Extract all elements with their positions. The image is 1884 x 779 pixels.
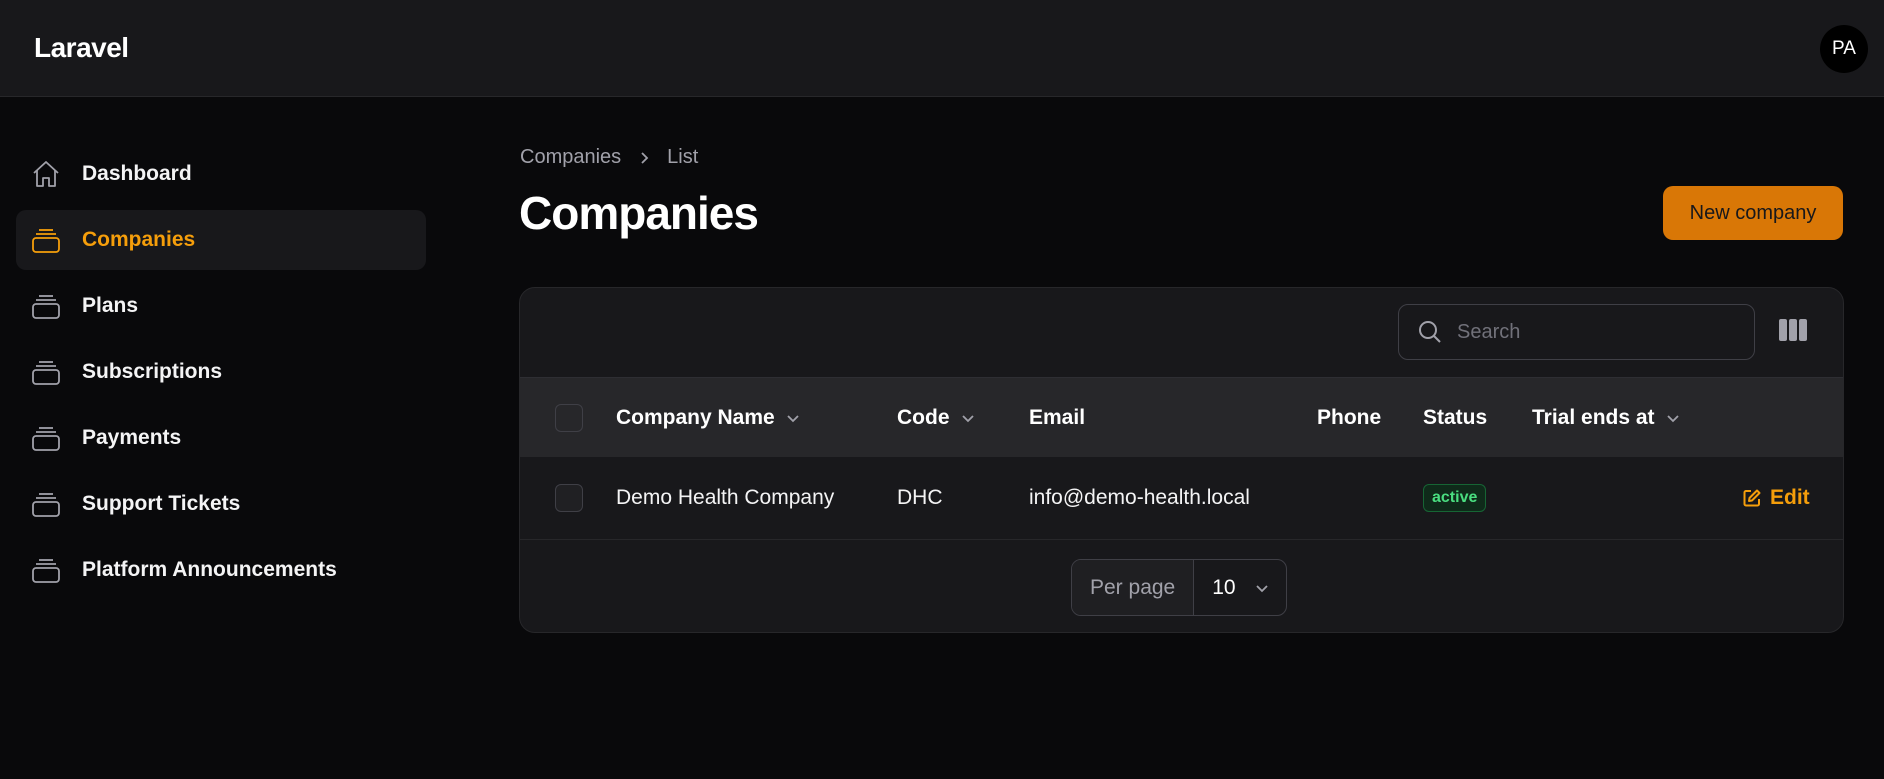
column-code[interactable]: Code	[897, 378, 976, 457]
sidebar-item-label: Payments	[82, 426, 182, 449]
column-status: Status	[1423, 405, 1488, 429]
breadcrumb-companies[interactable]: Companies	[520, 146, 621, 169]
sidebar-item-label: Subscriptions	[82, 360, 223, 383]
breadcrumb: Companies List	[520, 146, 698, 169]
per-page-label: Per page	[1072, 560, 1195, 615]
companies-table-panel: Company Name Code Email Phone Status Tri…	[519, 287, 1844, 633]
search-icon	[1417, 319, 1443, 345]
top-bar: Laravel PA	[0, 0, 1884, 97]
chevron-right-icon	[637, 151, 651, 165]
sidebar-item-label: Support Tickets	[82, 492, 241, 515]
select-all-checkbox[interactable]	[555, 403, 583, 432]
table-row[interactable]: Demo Health Company DHC info@demo-health…	[520, 457, 1843, 540]
chevron-down-icon	[1665, 410, 1681, 426]
column-trial-ends-at[interactable]: Trial ends at	[1532, 378, 1681, 457]
sidebar-item-support-tickets[interactable]: Support Tickets	[16, 474, 426, 534]
column-company-name[interactable]: Company Name	[616, 378, 801, 457]
per-page-select[interactable]: 10	[1194, 560, 1285, 615]
edit-label: Edit	[1770, 486, 1810, 509]
sidebar-item-plans[interactable]: Plans	[16, 276, 426, 336]
sidebar-item-platform-announcements[interactable]: Platform Announcements	[16, 540, 426, 600]
column-email: Email	[1029, 405, 1086, 429]
row-checkbox[interactable]	[555, 484, 583, 512]
brand-logo[interactable]: Laravel	[34, 32, 129, 64]
stack-icon	[30, 488, 62, 520]
sidebar-item-label: Companies	[82, 228, 196, 251]
page-title: Companies	[519, 187, 759, 239]
stack-icon	[30, 224, 62, 256]
stack-icon	[30, 422, 62, 454]
new-company-button[interactable]: New company	[1663, 186, 1843, 240]
row-select-cell	[555, 457, 583, 539]
stack-icon	[30, 554, 62, 586]
status-badge: active	[1423, 484, 1487, 512]
columns-toggle-icon[interactable]	[1778, 318, 1808, 346]
sidebar-item-payments[interactable]: Payments	[16, 408, 426, 468]
edit-icon	[1742, 488, 1762, 508]
stack-icon	[30, 290, 62, 322]
sidebar-item-label: Plans	[82, 294, 139, 317]
cell-company-name: Demo Health Company	[616, 486, 835, 509]
table-header: Company Name Code Email Phone Status Tri…	[520, 377, 1843, 457]
chevron-down-icon	[960, 410, 976, 426]
sidebar-item-dashboard[interactable]: Dashboard	[16, 144, 426, 204]
breadcrumb-list: List	[667, 146, 699, 168]
user-avatar[interactable]: PA	[1820, 25, 1868, 73]
sidebar-item-subscriptions[interactable]: Subscriptions	[16, 342, 426, 402]
per-page-value: 10	[1212, 575, 1236, 599]
chevron-down-icon	[785, 410, 801, 426]
stack-icon	[30, 356, 62, 388]
column-label: Company Name	[616, 405, 775, 429]
sidebar-item-label: Platform Announcements	[82, 558, 337, 581]
column-label: Trial ends at	[1532, 405, 1655, 429]
home-icon	[30, 158, 62, 190]
cell-code: DHC	[897, 486, 943, 509]
cell-email: info@demo-health.local	[1029, 486, 1250, 509]
chevron-down-icon	[1254, 580, 1270, 596]
sidebar: Dashboard Companies Plans Subscriptions	[16, 144, 426, 606]
search-field[interactable]	[1398, 304, 1755, 360]
search-input[interactable]	[1457, 320, 1737, 344]
cell-actions: Edit	[1742, 457, 1810, 539]
column-phone: Phone	[1317, 405, 1382, 429]
cell-status: active	[1423, 457, 1487, 539]
sidebar-item-label: Dashboard	[82, 162, 192, 185]
pagination: Per page 10	[1071, 559, 1287, 616]
select-all-cell	[555, 378, 583, 457]
edit-button[interactable]: Edit	[1742, 486, 1810, 510]
column-label: Code	[897, 405, 950, 429]
sidebar-item-companies[interactable]: Companies	[16, 210, 426, 270]
